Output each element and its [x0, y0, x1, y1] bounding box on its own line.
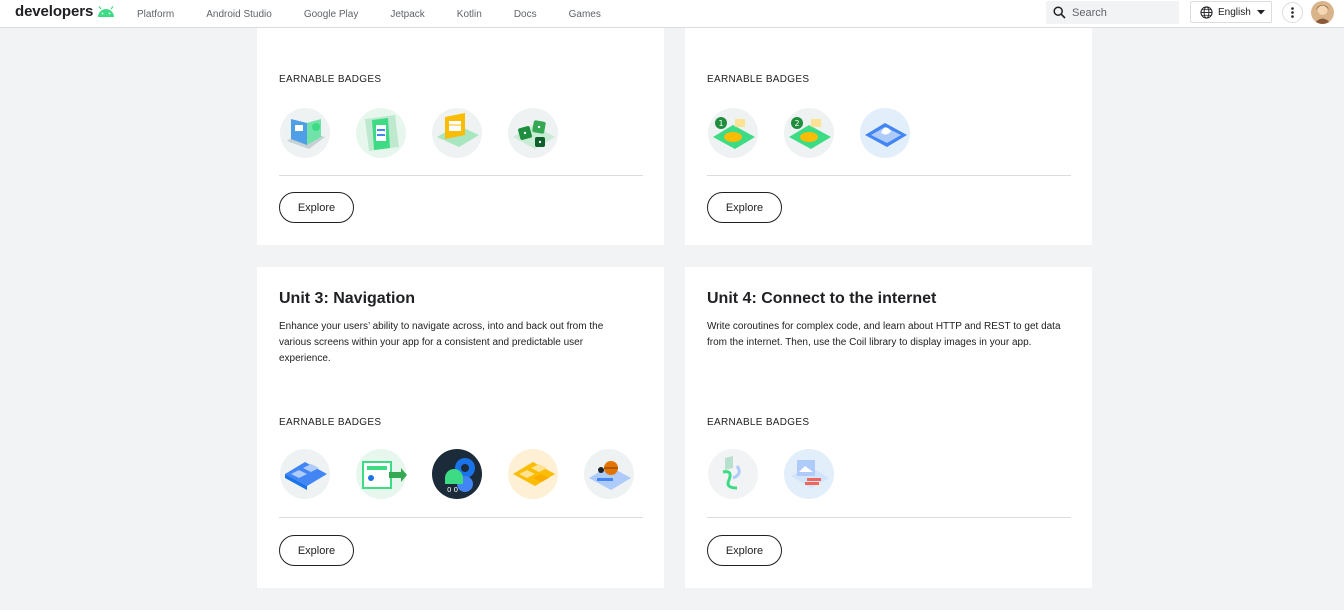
water-tablet-badge-icon[interactable] [859, 107, 911, 159]
explore-button[interactable]: Explore [279, 192, 354, 223]
nav-games[interactable]: Games [569, 9, 601, 20]
coroutine-flow-badge-icon[interactable] [707, 448, 759, 500]
nav-platform[interactable]: Platform [137, 9, 174, 20]
card-title: Unit 3: Navigation [279, 290, 416, 307]
badges-heading: EARNABLE BADGES [279, 417, 382, 428]
search-icon [1053, 6, 1066, 19]
card-divider [707, 517, 1071, 518]
badges-heading: EARNABLE BADGES [707, 74, 810, 85]
badges-row [707, 448, 859, 500]
language-label: English [1218, 6, 1251, 18]
navigation-arrow-badge-icon[interactable] [355, 448, 407, 500]
android-gears-badge-icon[interactable]: 0 0 [431, 448, 483, 500]
more-vert-icon [1291, 7, 1294, 18]
more-options-button[interactable] [1282, 2, 1303, 23]
nav-android-studio[interactable]: Android Studio [206, 9, 272, 20]
svg-text:1: 1 [718, 119, 723, 128]
tablet-calendar-badge-icon[interactable] [431, 107, 483, 159]
card-description: Enhance your users’ ability to navigate … [279, 321, 604, 364]
grid-tablet-badge-icon[interactable] [279, 448, 331, 500]
card-title: Unit 4: Connect to the internet [707, 290, 937, 307]
card-divider [279, 175, 643, 176]
main-nav: Platform Android Studio Google Play Jetp… [137, 0, 633, 28]
search-placeholder: Search [1072, 6, 1107, 19]
unit-card-4: Unit 4: Connect to the internet Write co… [685, 267, 1092, 588]
badges-row [279, 107, 583, 159]
globe-icon [1200, 5, 1213, 19]
caret-down-icon [1256, 9, 1265, 14]
laptop-badge-icon[interactable] [279, 107, 331, 159]
cupcake-grid-badge-icon[interactable] [507, 448, 559, 500]
badges-row: 1 2 [707, 107, 935, 159]
svg-text:0 0: 0 0 [447, 486, 458, 494]
sports-tablet-badge-icon[interactable] [583, 448, 635, 500]
unit-card-2: EARNABLE BADGES 1 2 Explore [685, 28, 1092, 245]
explore-button[interactable]: Explore [707, 192, 782, 223]
badges-heading: EARNABLE BADGES [707, 417, 810, 428]
android-head-icon [98, 5, 115, 17]
search-box[interactable]: Search [1046, 1, 1179, 24]
user-avatar-icon [1311, 1, 1334, 24]
svg-text:2: 2 [794, 119, 799, 128]
nav-jetpack[interactable]: Jetpack [390, 9, 424, 20]
tip-calculator-1-badge-icon[interactable]: 1 [707, 107, 759, 159]
top-navigation-bar: developers Platform Android Studio Googl… [0, 0, 1344, 28]
card-divider [707, 175, 1071, 176]
badges-row: 0 0 [279, 448, 659, 500]
developers-logo[interactable]: developers [15, 3, 116, 20]
dice-badge-icon[interactable] [507, 107, 559, 159]
nav-docs[interactable]: Docs [514, 9, 537, 20]
unit-card-1: EARNABLE BADGES Explore [257, 28, 664, 245]
explore-button[interactable]: Explore [279, 535, 354, 566]
logo-text: developers [15, 3, 94, 20]
internet-image-badge-icon[interactable] [783, 448, 835, 500]
explore-button[interactable]: Explore [707, 535, 782, 566]
tip-calculator-2-badge-icon[interactable]: 2 [783, 107, 835, 159]
language-select[interactable]: English [1190, 1, 1272, 23]
unit-card-3: Unit 3: Navigation Enhance your users’ a… [257, 267, 664, 588]
avatar[interactable] [1311, 1, 1334, 24]
nav-google-play[interactable]: Google Play [304, 9, 358, 20]
card-divider [279, 517, 643, 518]
phone-list-badge-icon[interactable] [355, 107, 407, 159]
card-description: Write coroutines for complex code, and l… [707, 321, 1061, 348]
badges-heading: EARNABLE BADGES [279, 74, 382, 85]
nav-kotlin[interactable]: Kotlin [457, 9, 482, 20]
